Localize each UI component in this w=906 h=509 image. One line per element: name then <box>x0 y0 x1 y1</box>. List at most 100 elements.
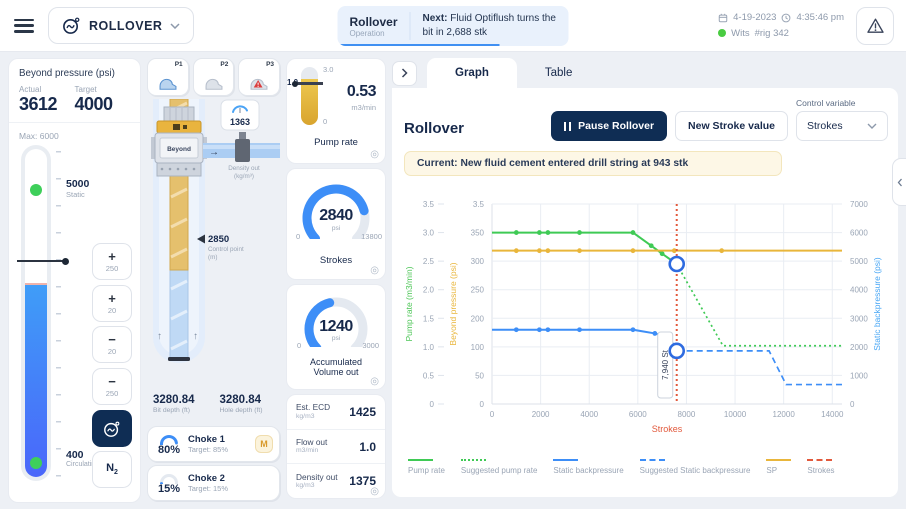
actual-pressure-marker[interactable] <box>17 260 66 262</box>
legend-swatch <box>766 459 791 461</box>
adjust-minus-250-button[interactable]: − 250 <box>92 368 132 405</box>
manual-mode-badge[interactable]: M <box>255 435 273 453</box>
actual-pressure-value: 3612 <box>19 94 75 115</box>
pump-rate-value: 0.53 <box>347 83 376 101</box>
legend-item[interactable]: Strokes <box>807 459 834 475</box>
actual-label: Actual <box>19 85 75 94</box>
svg-text:4000: 4000 <box>580 410 598 419</box>
svg-text:Static backpressure (psi): Static backpressure (psi) <box>872 257 882 351</box>
legend-label: Pump rate <box>408 466 445 475</box>
operation-notification[interactable]: Rollover Operation Next: Fluid Optiflush… <box>337 6 568 46</box>
legend-label: Static backpressure <box>553 466 623 475</box>
strokes-card: 2840 psi 0 13800 Strokes ◎ <box>286 168 386 280</box>
pump-icon <box>156 76 180 91</box>
pressure-header: Beyond pressure (psi) Actual 3612 Target… <box>9 59 140 123</box>
rollover-logo-icon <box>62 16 81 35</box>
drill-bit <box>168 357 190 361</box>
legend-swatch <box>553 459 578 461</box>
choke-1-target: Target: 85% <box>188 445 251 454</box>
hole-depth-value: 3280.84 <box>220 394 281 406</box>
legend-item[interactable]: Suggested Static backpressure <box>640 459 751 475</box>
legend-swatch <box>461 459 486 461</box>
accumulated-max: 3000 <box>362 341 379 350</box>
top-connector <box>164 107 194 122</box>
gauge-settings-icon[interactable]: ◎ <box>370 377 379 387</box>
adjust-plus-250-button[interactable]: + 250 <box>92 243 132 280</box>
collapse-sidebar-button[interactable] <box>892 158 906 206</box>
bit-depth-label: Bit depth (ft) <box>153 407 214 414</box>
pause-rollover-button[interactable]: Pause Rollover <box>551 111 667 141</box>
chevron-down-icon <box>867 123 877 129</box>
control-variable-select[interactable]: Strokes <box>796 111 888 141</box>
svg-text:350: 350 <box>471 229 485 238</box>
app-name: ROLLOVER <box>89 19 162 33</box>
gauge-settings-icon[interactable]: ◎ <box>370 266 379 276</box>
new-stroke-value-button[interactable]: New Stroke value <box>675 111 788 141</box>
tab-table[interactable]: Table <box>517 58 601 88</box>
nitrogen-button[interactable]: N2 <box>92 451 132 488</box>
chevron-down-icon <box>170 23 180 29</box>
circulating-pressure-value: 400 <box>66 449 84 461</box>
wits-status-dot <box>718 29 726 37</box>
strokes-value: 2840 <box>287 207 385 225</box>
date-label: 4-19-2023 <box>733 10 776 25</box>
svg-text:2.5: 2.5 <box>423 257 435 266</box>
legend-item[interactable]: Pump rate <box>408 459 445 475</box>
choke-2-card[interactable]: 15% Choke 2 Target: 15% <box>147 465 280 501</box>
static-pressure-dot[interactable] <box>30 184 42 196</box>
choke-1-value: 80% <box>158 445 180 456</box>
control-point-value: 2850 <box>208 234 229 245</box>
expand-panel-button[interactable] <box>392 61 417 86</box>
svg-text:0.5: 0.5 <box>423 371 435 380</box>
svg-text:3000: 3000 <box>850 314 868 323</box>
pump-rate-setpoint-marker <box>296 82 323 85</box>
gauge-settings-icon[interactable]: ◎ <box>370 487 379 497</box>
depth-readouts: 3280.84 Bit depth (ft) 3280.84 Hole dept… <box>147 385 280 423</box>
svg-text:4000: 4000 <box>850 286 868 295</box>
adjust-plus-20-button[interactable]: + 20 <box>92 285 132 322</box>
legend-item[interactable]: Suggested pump rate <box>461 459 538 475</box>
well-panel: P1 P2 P3 <box>147 58 280 503</box>
control-point-unit: (m) <box>208 254 217 261</box>
operation-next: Next: Fluid Optiflush turns the bit in 2… <box>411 8 569 44</box>
static-pressure-label: Static <box>66 190 85 199</box>
alarms-button[interactable] <box>856 7 894 45</box>
choke-1-card[interactable]: 80% Choke 1 Target: 85% M <box>147 426 280 462</box>
pump-p1-button[interactable]: P1 <box>147 58 189 96</box>
top-bar: ROLLOVER Rollover Operation Next: Fluid … <box>0 0 906 52</box>
app-switcher[interactable]: ROLLOVER <box>48 7 194 44</box>
est-ecd-value: 1425 <box>349 405 376 419</box>
pump-rate-tube <box>301 67 318 125</box>
legend-label: Suggested pump rate <box>461 466 538 475</box>
rig-label: #rig 342 <box>755 26 789 41</box>
gauge-settings-icon[interactable]: ◎ <box>370 150 379 160</box>
circulating-pressure-dot[interactable] <box>30 457 42 469</box>
chevron-right-icon <box>401 68 408 78</box>
operation-subtitle: Operation <box>349 29 397 38</box>
legend-swatch <box>408 459 433 461</box>
svg-text:0: 0 <box>490 410 495 419</box>
tab-graph[interactable]: Graph <box>427 58 517 88</box>
strokes-min: 0 <box>296 232 300 241</box>
hole-depth-label: Hole depth (ft) <box>220 407 281 414</box>
operation-title: Rollover <box>349 15 397 29</box>
flow-stats-card: Est. ECDkg/m3 1425 Flow outm3/min 1.0 De… <box>286 394 386 499</box>
flow-arrow: → <box>209 147 219 158</box>
svg-text:1.0: 1.0 <box>423 343 435 352</box>
pump-rate-label: Pump rate <box>287 137 385 148</box>
pump-p3-button[interactable]: P3 <box>238 58 280 96</box>
adjust-minus-20-button[interactable]: − 20 <box>92 326 132 363</box>
pump-p2-button[interactable]: P2 <box>193 58 235 96</box>
legend-item[interactable]: SP <box>766 459 791 475</box>
wits-label: Wits <box>731 26 749 41</box>
control-variable-label: Control variable <box>796 98 888 108</box>
legend-item[interactable]: Static backpressure <box>553 459 623 475</box>
svg-text:3.5: 3.5 <box>473 200 485 209</box>
legend-label: SP <box>766 466 791 475</box>
svg-text:300: 300 <box>471 257 485 266</box>
menu-icon[interactable] <box>14 19 34 33</box>
pump-warning-icon <box>247 76 271 91</box>
rollover-mode-button[interactable] <box>92 410 132 447</box>
gauges-panel: 3.0 0 1.0 0.53 m3/min Pump rate ◎ 2840 p… <box>286 58 386 503</box>
choke-1-name: Choke 1 <box>188 434 251 445</box>
